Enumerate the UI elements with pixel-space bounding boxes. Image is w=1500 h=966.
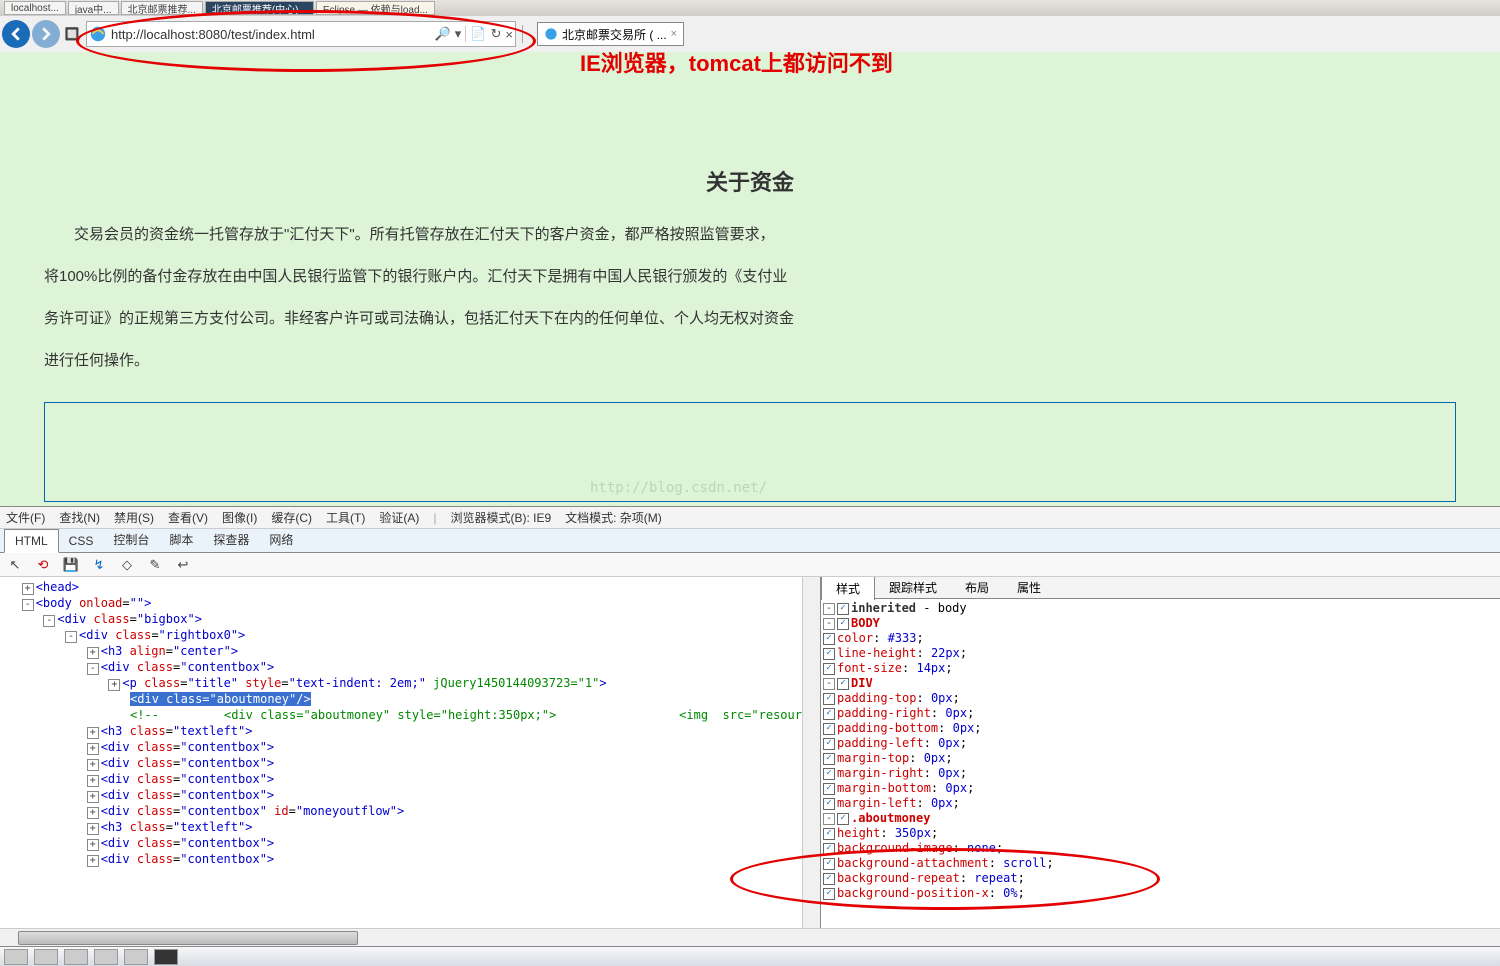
arrow-left-icon xyxy=(9,27,23,41)
rtab-styles[interactable]: 样式 xyxy=(821,577,875,600)
watermark-text: http://blog.csdn.net/ xyxy=(590,480,767,496)
devtools-tabs: HTML CSS 控制台 脚本 探查器 网络 xyxy=(0,529,1500,553)
tab-close-button[interactable]: × xyxy=(671,28,677,40)
os-taskbar xyxy=(0,946,1500,966)
dom-tree[interactable]: +<head> -<body onload=""> -<div class="b… xyxy=(0,577,802,928)
browser-tab[interactable]: 北京邮票交易所 ( ... × xyxy=(537,22,684,46)
tab-title: 北京邮票交易所 ( ... xyxy=(562,26,667,43)
scrollbar-thumb[interactable] xyxy=(18,931,358,945)
menu-view[interactable]: 查看(V) xyxy=(168,509,208,526)
taskbar-item[interactable] xyxy=(4,949,28,965)
collapse-icon[interactable]: - xyxy=(22,599,34,611)
tab-console[interactable]: 控制台 xyxy=(103,527,159,552)
page-paragraph: 务许可证》的正规第三方支付公司。非经客户许可或司法确认，包括汇付天下在内的任何单… xyxy=(44,298,1456,340)
selected-node[interactable]: <div class="aboutmoney"/> xyxy=(130,692,311,706)
tree-scrollbar[interactable] xyxy=(802,577,820,928)
window-tab[interactable]: localhost... xyxy=(4,1,66,15)
taskbar-item[interactable] xyxy=(94,949,118,965)
favicon-icon xyxy=(544,27,558,41)
tab-script[interactable]: 脚本 xyxy=(159,527,203,552)
tab-html[interactable]: HTML xyxy=(4,529,59,553)
menu-find[interactable]: 查找(N) xyxy=(59,509,100,526)
doc-mode[interactable]: 文档模式: 杂项(M) xyxy=(565,509,662,526)
devtools-menu: 文件(F) 查找(N) 禁用(S) 查看(V) 图像(I) 缓存(C) 工具(T… xyxy=(0,507,1500,529)
sync-tool-icon[interactable]: ↯ xyxy=(90,556,108,574)
taskbar-item[interactable] xyxy=(64,949,88,965)
devtools-toolbar: ↖ ⟲ 💾 ↯ ◇ ✎ ↩ xyxy=(0,553,1500,577)
forward-button[interactable] xyxy=(32,20,60,48)
style-rules[interactable]: -✓inherited - body -✓BODY ✓color: #333; … xyxy=(821,599,1500,928)
tab-network[interactable]: 网络 xyxy=(259,527,303,552)
rtab-layout[interactable]: 布局 xyxy=(951,577,1003,599)
rtab-trace[interactable]: 跟踪样式 xyxy=(875,577,951,599)
pointer-tool-icon[interactable]: ↖ xyxy=(6,556,24,574)
back-button[interactable] xyxy=(2,20,30,48)
menu-validate[interactable]: 验证(A) xyxy=(379,509,419,526)
save-tool-icon[interactable]: 💾 xyxy=(62,556,80,574)
window-tab[interactable]: java中... xyxy=(68,1,119,15)
browser-mode[interactable]: 浏览器模式(B): IE9 xyxy=(450,509,551,526)
tab-profiler[interactable]: 探查器 xyxy=(203,527,259,552)
refresh-icon[interactable]: ↻ xyxy=(491,26,502,42)
menu-tools[interactable]: 工具(T) xyxy=(326,509,365,526)
refresh-tool-icon[interactable]: ⟲ xyxy=(34,556,52,574)
page-paragraph: 进行任何操作。 xyxy=(44,340,1456,382)
ie-logo-icon xyxy=(89,25,107,43)
search-icon[interactable]: 🔎 xyxy=(435,26,451,42)
window-tab[interactable]: Eclipse — 依赖与load... xyxy=(316,1,435,15)
edit-tool-icon[interactable]: ✎ xyxy=(146,556,164,574)
menu-file[interactable]: 文件(F) xyxy=(6,509,45,526)
taskbar-item[interactable] xyxy=(124,949,148,965)
expand-icon[interactable]: + xyxy=(22,583,34,595)
address-bar[interactable]: 🔎 ▾ 📄 ↻ × xyxy=(86,21,516,47)
styles-pane: 样式 跟踪样式 布局 属性 -✓inherited - body -✓BODY … xyxy=(820,577,1500,928)
tab-css[interactable]: CSS xyxy=(59,530,104,552)
menu-cache[interactable]: 缓存(C) xyxy=(271,509,312,526)
url-input[interactable] xyxy=(111,27,431,42)
wrap-tool-icon[interactable]: ↩ xyxy=(174,556,192,574)
menu-disable[interactable]: 禁用(S) xyxy=(114,509,154,526)
window-tab[interactable]: 北京邮票推荐(中心)... xyxy=(205,1,314,15)
taskbar-item[interactable] xyxy=(154,949,178,965)
rtab-attrs[interactable]: 属性 xyxy=(1003,577,1055,599)
stop-icon[interactable]: × xyxy=(505,27,513,42)
page-heading: 关于资金 xyxy=(44,162,1456,204)
devtools-panel: 文件(F) 查找(N) 禁用(S) 查看(V) 图像(I) 缓存(C) 工具(T… xyxy=(0,506,1500,946)
window-tab[interactable]: 北京邮票推荐... xyxy=(121,1,203,15)
box-tool-icon[interactable]: ◇ xyxy=(118,556,136,574)
page-paragraph: 将100%比例的备付金存放在由中国人民银行监管下的银行账户内。汇付天下是拥有中国… xyxy=(44,256,1456,298)
taskbar-item[interactable] xyxy=(34,949,58,965)
annotation-text: IE浏览器，tomcat上都访问不到 xyxy=(580,46,893,78)
app-indicator-icon: 🔲 xyxy=(64,26,80,42)
os-window-tabs: localhost... java中... 北京邮票推荐... 北京邮票推荐(中… xyxy=(0,0,1500,16)
page-viewport: 关于资金 交易会员的资金统一托管存放于"汇付天下"。所有托管存放在汇付天下的客户… xyxy=(0,52,1500,506)
dropdown-icon[interactable]: ▾ xyxy=(455,26,462,42)
page-paragraph: 交易会员的资金统一托管存放于"汇付天下"。所有托管存放在汇付天下的客户资金，都严… xyxy=(44,214,1456,256)
horizontal-scrollbar[interactable] xyxy=(0,928,1500,946)
menu-image[interactable]: 图像(I) xyxy=(222,509,257,526)
compat-icon[interactable]: 📄 xyxy=(470,26,486,42)
rule-checkbox[interactable]: ✓ xyxy=(837,603,849,615)
arrow-right-icon xyxy=(39,27,53,41)
